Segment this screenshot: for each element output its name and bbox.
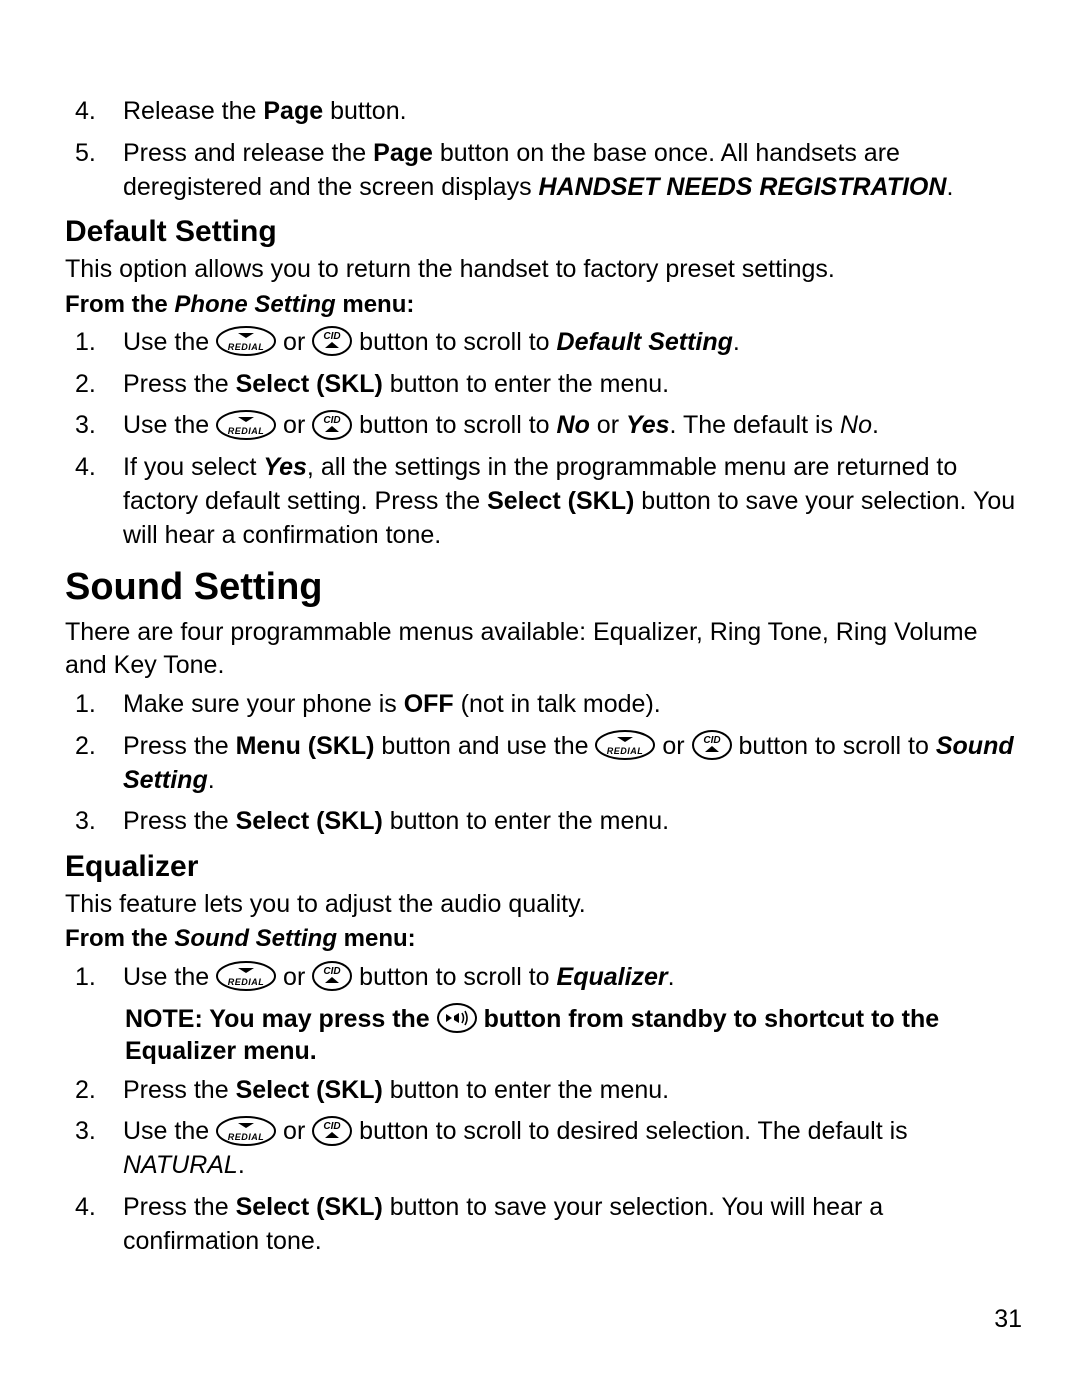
step-text: Press the Select (SKL) button to enter t… — [123, 805, 1025, 839]
step-text: Press the Select (SKL) button to enter t… — [123, 368, 1025, 402]
step-text: Make sure your phone is OFF (not in talk… — [123, 688, 1025, 722]
heading-sound-setting: Sound Setting — [65, 562, 1025, 613]
list-item: 4. If you select Yes, all the settings i… — [75, 451, 1025, 552]
cid-up-icon — [692, 730, 732, 760]
list-item: 2. Press the Menu (SKL) button and use t… — [75, 730, 1025, 798]
top-steps: 4. Release the Page button. 5. Press and… — [65, 95, 1025, 204]
step-number: 3. — [75, 1115, 123, 1149]
list-item: 4. Press the Select (SKL) button to save… — [75, 1191, 1025, 1259]
step-number: 4. — [75, 95, 123, 129]
volume-icon — [437, 1003, 477, 1033]
list-item: 3. Use the or button to scroll to No or … — [75, 409, 1025, 443]
manual-page: 4. Release the Page button. 5. Press and… — [0, 0, 1080, 1326]
equalizer-lead: From the Sound Setting menu: — [65, 923, 1025, 955]
default-setting-lead: From the Phone Setting menu: — [65, 289, 1025, 321]
default-setting-intro: This option allows you to return the han… — [65, 253, 1025, 287]
step-number: 2. — [75, 730, 123, 764]
cid-up-icon — [312, 326, 352, 356]
equalizer-steps-cont: 2. Press the Select (SKL) button to ente… — [65, 1074, 1025, 1259]
step-text: Use the or button to scroll to desired s… — [123, 1115, 1025, 1183]
step-number: 1. — [75, 961, 123, 995]
step-number: 2. — [75, 1074, 123, 1108]
list-item: 2. Press the Select (SKL) button to ente… — [75, 368, 1025, 402]
heading-equalizer: Equalizer — [65, 847, 1025, 888]
sound-setting-intro: There are four programmable menus availa… — [65, 616, 1025, 684]
list-item: 4. Release the Page button. — [75, 95, 1025, 129]
equalizer-note: NOTE: You may press the button from stan… — [125, 1003, 1025, 1068]
default-setting-steps: 1. Use the or button to scroll to Defaul… — [65, 326, 1025, 553]
step-text: If you select Yes, all the settings in t… — [123, 451, 1025, 552]
step-number: 5. — [75, 137, 123, 171]
redial-down-icon — [216, 410, 276, 440]
cid-up-icon — [312, 961, 352, 991]
step-text: Press the Select (SKL) button to enter t… — [123, 1074, 1025, 1108]
equalizer-intro: This feature lets you to adjust the audi… — [65, 888, 1025, 922]
step-number: 1. — [75, 688, 123, 722]
redial-down-icon — [595, 730, 655, 760]
step-number: 4. — [75, 1191, 123, 1225]
step-text: Press and release the Page button on the… — [123, 137, 1025, 205]
heading-default-setting: Default Setting — [65, 212, 1025, 253]
list-item: 5. Press and release the Page button on … — [75, 137, 1025, 205]
step-number: 1. — [75, 326, 123, 360]
redial-down-icon — [216, 1116, 276, 1146]
list-item: 2. Press the Select (SKL) button to ente… — [75, 1074, 1025, 1108]
list-item: 1. Use the or button to scroll to Equali… — [75, 961, 1025, 995]
step-text: Press the Select (SKL) button to save yo… — [123, 1191, 1025, 1259]
step-text: Use the or button to scroll to No or Yes… — [123, 409, 1025, 443]
page-number: 31 — [994, 1305, 1022, 1334]
list-item: 3. Use the or button to scroll to desire… — [75, 1115, 1025, 1183]
list-item: 1. Use the or button to scroll to Defaul… — [75, 326, 1025, 360]
list-item: 3. Press the Select (SKL) button to ente… — [75, 805, 1025, 839]
step-number: 2. — [75, 368, 123, 402]
redial-down-icon — [216, 326, 276, 356]
step-number: 3. — [75, 409, 123, 443]
step-text: Use the or button to scroll to Default S… — [123, 326, 1025, 360]
sound-setting-steps: 1. Make sure your phone is OFF (not in t… — [65, 688, 1025, 839]
list-item: 1. Make sure your phone is OFF (not in t… — [75, 688, 1025, 722]
cid-up-icon — [312, 1116, 352, 1146]
step-number: 4. — [75, 451, 123, 485]
step-text: Release the Page button. — [123, 95, 1025, 129]
redial-down-icon — [216, 961, 276, 991]
equalizer-steps: 1. Use the or button to scroll to Equali… — [65, 961, 1025, 995]
step-text: Use the or button to scroll to Equalizer… — [123, 961, 1025, 995]
cid-up-icon — [312, 410, 352, 440]
step-number: 3. — [75, 805, 123, 839]
step-text: Press the Menu (SKL) button and use the … — [123, 730, 1025, 798]
